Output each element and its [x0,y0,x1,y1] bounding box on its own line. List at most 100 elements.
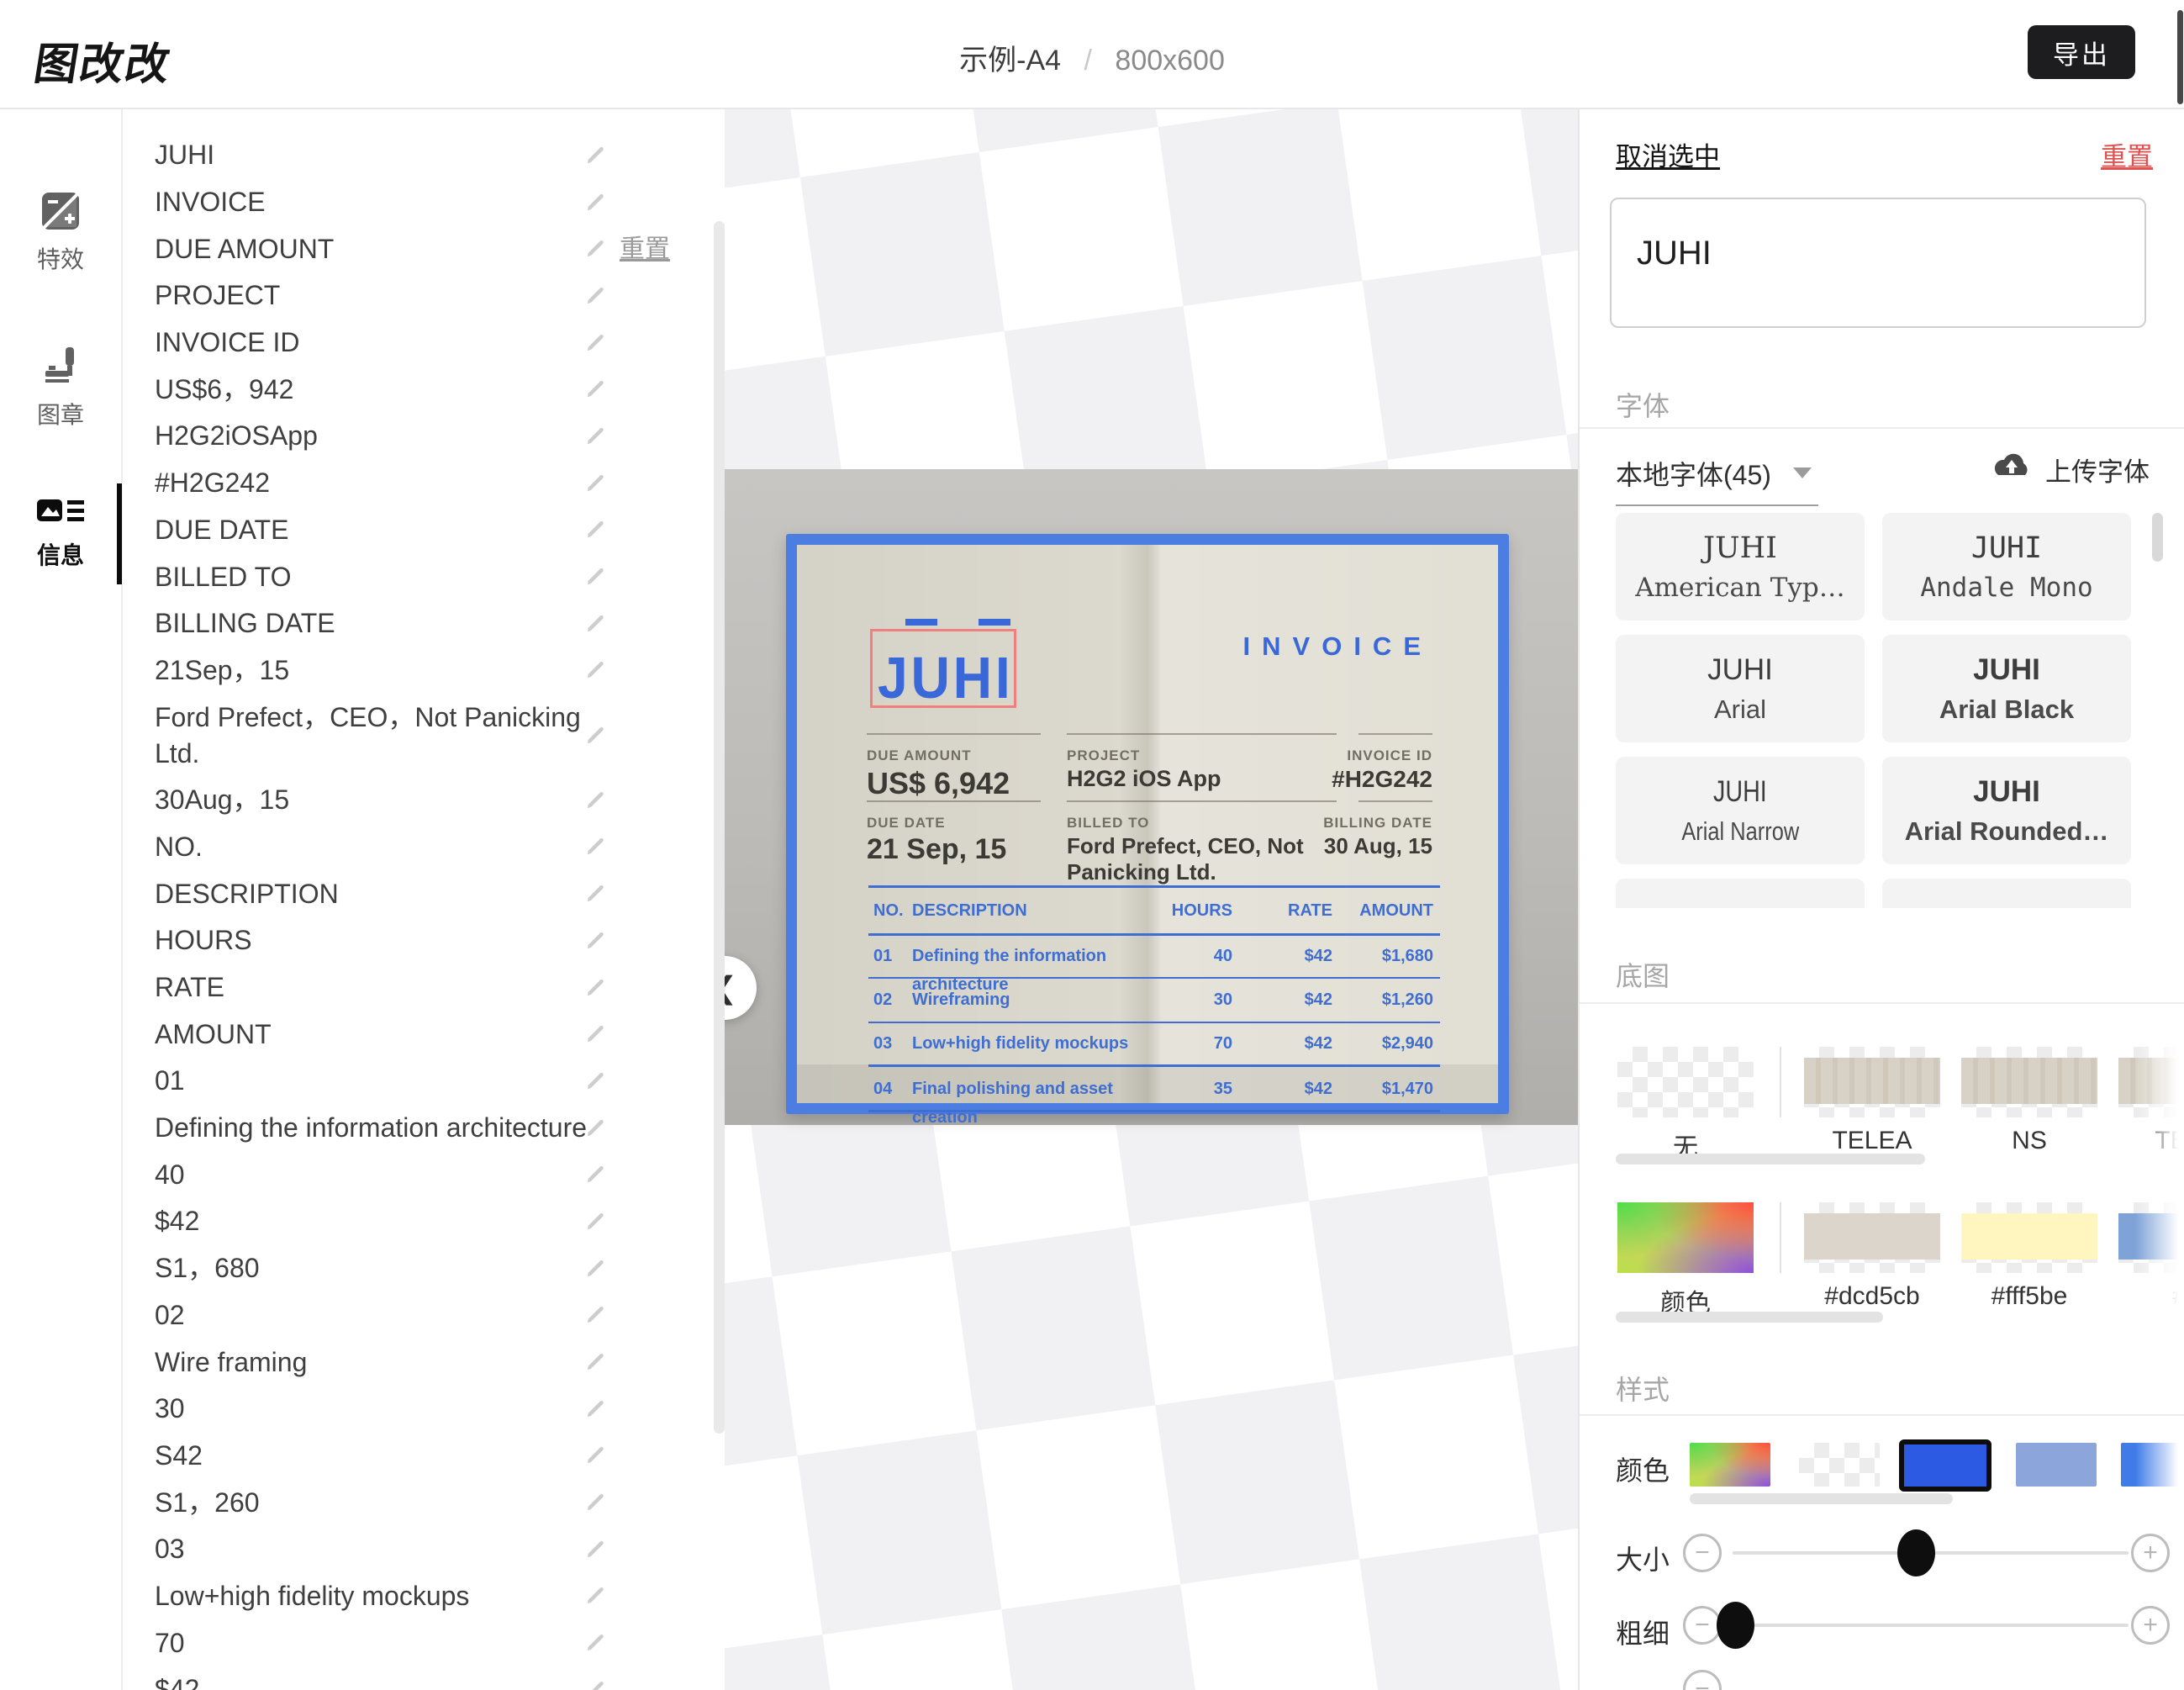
style-color-swatch[interactable] [1799,1443,1880,1487]
sidebar-item-effects[interactable]: 特效 [0,192,121,275]
edit-pencil-icon[interactable] [583,1678,607,1690]
style-color-swatch[interactable] [2016,1443,2097,1487]
layer-item[interactable]: DESCRIPTION [123,870,725,917]
edit-pencil-icon[interactable] [583,1117,607,1140]
edit-pencil-icon[interactable] [583,1210,607,1233]
layer-item[interactable]: INVOICE [123,179,725,226]
text-edit-input[interactable] [1610,198,2146,328]
edit-pencil-icon[interactable] [583,835,607,858]
layer-item[interactable]: S42 [123,1433,725,1480]
sidebar-item-info[interactable]: 信息 [0,496,121,571]
edit-pencil-icon[interactable] [583,929,607,953]
edit-pencil-icon[interactable] [583,1444,607,1467]
font-option[interactable]: JUHIArial Black [1882,635,2131,742]
base-swatch-none[interactable] [1617,1047,1754,1117]
layer-item[interactable]: 30Aug，15 [123,777,725,824]
edit-pencil-icon[interactable] [583,472,607,495]
layer-item[interactable]: 30 [123,1386,725,1433]
layer-item[interactable]: BILLING DATE [123,600,725,647]
edit-pencil-icon[interactable] [583,1584,607,1608]
layer-item[interactable]: Low+high fidelity mockups [123,1573,725,1620]
edit-pencil-icon[interactable] [583,1350,607,1374]
layer-item[interactable]: #H2G242 [123,460,725,507]
weight-slider-track[interactable] [1733,1624,2129,1627]
edit-pencil-icon[interactable] [583,1257,607,1281]
font-option[interactable]: JUHIArial Rounded… [1882,757,2131,864]
font-option[interactable]: JUHIArial [1616,635,1865,742]
layer-item[interactable]: JUHI [123,132,725,179]
layer-item[interactable]: Ford Prefect，CEO，Not Panicking Ltd. [123,694,725,777]
edit-pencil-icon[interactable] [583,1491,607,1514]
edit-pencil-icon[interactable] [583,1022,607,1046]
export-button[interactable]: 导出 [2028,25,2135,79]
layer-item[interactable]: Wire framing [123,1339,725,1386]
style-color-swatch[interactable] [2121,1443,2184,1487]
extra-decrease-button[interactable]: − [1683,1670,1722,1690]
layer-item[interactable]: HOURS [123,917,725,964]
size-decrease-button[interactable]: − [1683,1534,1722,1572]
style-color-swatch[interactable] [1899,1439,1991,1492]
layer-item[interactable]: $42 [123,1666,725,1690]
layer-item[interactable]: 03 [123,1526,725,1573]
edit-pencil-icon[interactable] [583,565,607,589]
layer-item[interactable]: INVOICE ID [123,320,725,367]
layer-item[interactable]: 70 [123,1619,725,1666]
edit-pencil-icon[interactable] [583,518,607,541]
base-swatch-TELEA[interactable] [1804,1047,1940,1117]
font-option[interactable]: JUHIArial Narrow [1616,757,1865,864]
edit-pencil-icon[interactable] [583,1538,607,1561]
layer-item[interactable]: NO. [123,824,725,871]
local-fonts-dropdown[interactable]: 本地字体(45) [1616,454,1818,506]
layer-item[interactable]: 01 [123,1058,725,1105]
page-scrollbar[interactable] [2177,10,2183,104]
layers-scrollbar[interactable] [714,221,725,1434]
font-option[interactable]: JUHIAmerican Typ… [1616,513,1865,621]
invoice-image[interactable]: JUHI INVOICE DUE AMOUNTUS$ 6,942PROJECTH… [725,469,1578,1125]
edit-pencil-icon[interactable] [583,789,607,812]
layer-item[interactable]: H2G2iOSApp [123,413,725,460]
deselect-link[interactable]: 取消选中 [1616,135,1720,173]
layer-item[interactable]: PROJECT [123,272,725,320]
canvas[interactable]: JUHI INVOICE DUE AMOUNTUS$ 6,942PROJECTH… [725,108,1578,1690]
edit-pencil-icon[interactable] [583,191,607,214]
base-swatch-#8[interactable] [2118,1202,2184,1273]
selection-box[interactable] [870,629,1016,708]
base-swatch-TELE[interactable] [2118,1047,2184,1117]
edit-pencil-icon[interactable] [583,1397,607,1421]
base-swatch-颜色[interactable] [1617,1202,1754,1273]
layer-item[interactable]: BILLED TO [123,553,725,600]
font-option[interactable] [1616,879,1865,908]
font-grid-scrollbar[interactable] [2152,513,2163,562]
edit-pencil-icon[interactable] [583,724,607,747]
font-option[interactable]: JUHIAndale Mono [1882,513,2131,621]
base-swatch-#dcd5cb[interactable] [1804,1202,1940,1273]
base-swatch-NS[interactable] [1961,1047,2097,1117]
edit-pencil-icon[interactable] [583,1163,607,1186]
edit-pencil-icon[interactable] [583,1069,607,1093]
edit-pencil-icon[interactable] [583,425,607,448]
layer-item[interactable]: $42 [123,1198,725,1245]
edit-pencil-icon[interactable] [583,331,607,355]
base-swatch-#fff5be[interactable] [1961,1202,2097,1273]
layer-item[interactable]: 21Sep，15 [123,647,725,694]
edit-pencil-icon[interactable] [583,378,607,401]
layer-item[interactable]: DUE DATE [123,507,725,554]
upload-font-button[interactable]: 上传字体 [1990,451,2150,489]
inspector-reset-link[interactable]: 重置 [2101,135,2153,173]
style-swatch-scrollbar[interactable] [1690,1493,1953,1504]
edit-pencil-icon[interactable] [583,976,607,1000]
edit-pencil-icon[interactable] [583,284,607,308]
edit-pencil-icon[interactable] [583,1303,607,1327]
style-color-swatch[interactable] [1690,1443,1770,1487]
layer-item[interactable]: S1，680 [123,1245,725,1292]
edit-pencil-icon[interactable] [583,612,607,636]
layer-item[interactable]: 02 [123,1292,725,1339]
weight-increase-button[interactable]: + [2131,1606,2170,1645]
edit-pencil-icon[interactable] [583,144,607,167]
layer-item[interactable]: US$6，942 [123,366,725,413]
layer-item[interactable]: Defining the information architecture [123,1105,725,1152]
size-slider-thumb[interactable] [1897,1529,1935,1576]
layer-item[interactable]: AMOUNT [123,1011,725,1058]
font-option[interactable] [1882,879,2131,908]
layer-item[interactable]: 40 [123,1151,725,1198]
